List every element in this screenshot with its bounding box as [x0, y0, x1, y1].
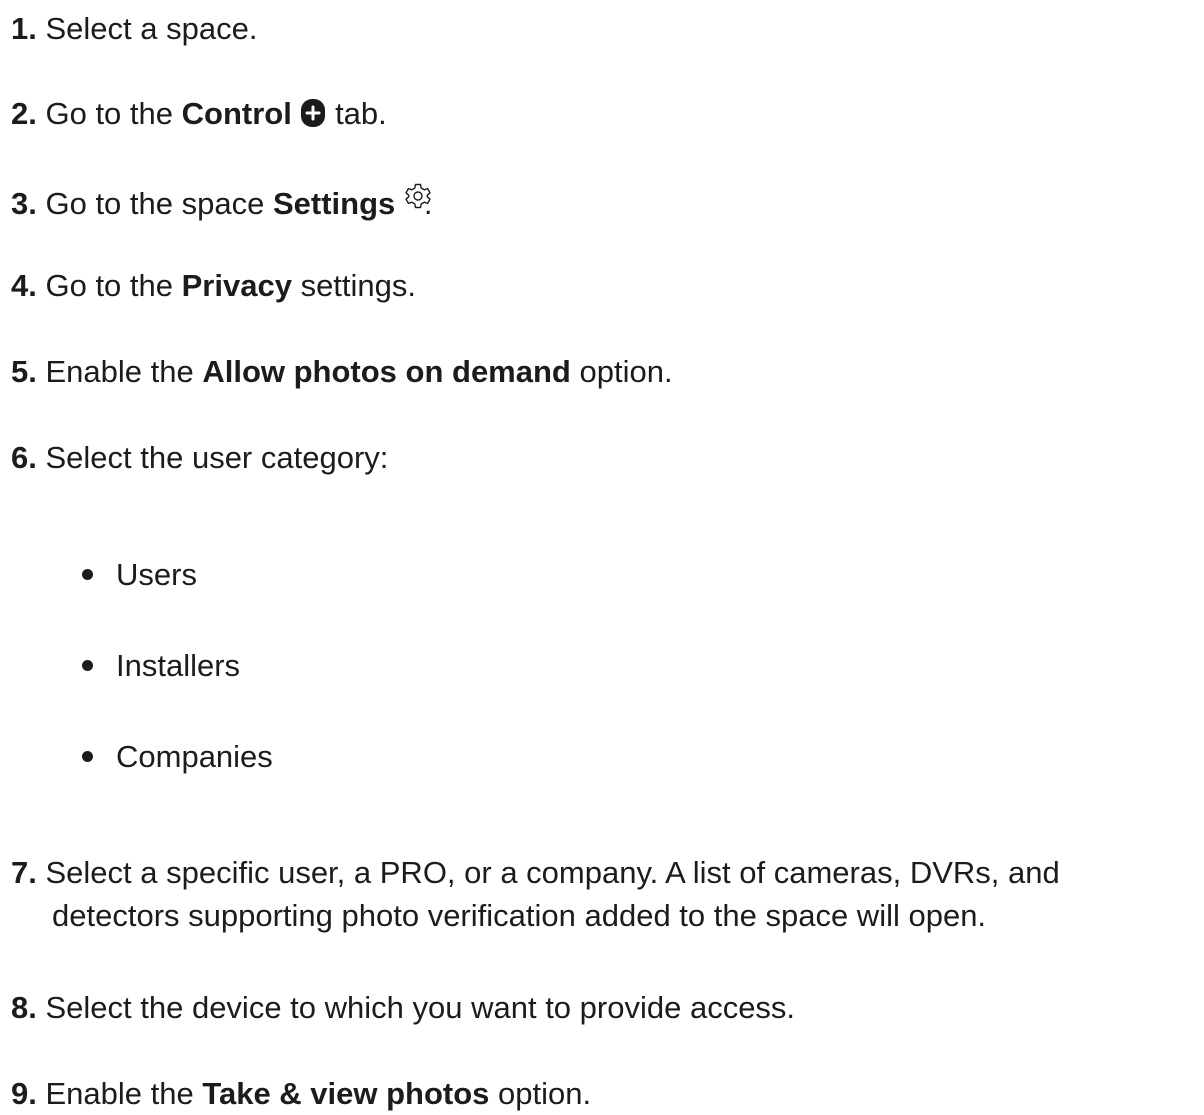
allow-photos-label: Allow photos on demand — [202, 354, 571, 389]
list-item: Installers — [82, 644, 240, 687]
step-text: Enable the — [36, 354, 203, 389]
step-text: Select the device to which you want to p… — [36, 990, 796, 1025]
step-text: option. — [570, 354, 673, 389]
step-9: 9. Enable the Take & view photos option. — [11, 1072, 1204, 1115]
step-text-continued: detectors supporting photo verification … — [52, 898, 987, 933]
control-label: Control — [181, 96, 292, 131]
list-item: Companies — [82, 735, 273, 778]
step-2: 2. Go to the Control tab. — [11, 92, 1204, 139]
step-7: 7. Select a specific user, a PRO, or a c… — [11, 851, 1201, 937]
bullet-icon — [82, 660, 93, 671]
step-8: 8. Select the device to which you want t… — [11, 986, 1204, 1029]
step-4: 4. Go to the Privacy settings. — [11, 264, 1204, 307]
step-text: option. — [489, 1076, 592, 1111]
step-number: 6. — [11, 440, 37, 475]
step-5: 5. Enable the Allow photos on demand opt… — [11, 350, 1204, 393]
step-text: Go to the space — [36, 186, 273, 221]
step-text: Go to the — [36, 96, 182, 131]
step-3: 3. Go to the space Settings . — [11, 178, 1204, 225]
take-view-photos-label: Take & view photos — [202, 1076, 490, 1111]
step-6: 6. Select the user category: — [11, 436, 1204, 479]
step-1: 1. Select a space. — [11, 7, 1204, 50]
step-text: Select the user category: — [36, 440, 389, 475]
step-number: 8. — [11, 990, 37, 1025]
step-text: Enable the — [36, 1076, 203, 1111]
step-number: 1. — [11, 11, 37, 46]
plus-tab-icon — [300, 96, 326, 139]
step-number: 3. — [11, 186, 37, 221]
step-text: Select a space. — [36, 11, 258, 46]
list-item: Users — [82, 553, 197, 596]
step-number: 7. — [11, 855, 37, 890]
step-text: Select a specific user, a PRO, or a comp… — [36, 855, 1060, 890]
step-text: tab. — [326, 96, 387, 131]
step-number: 2. — [11, 96, 37, 131]
step-text: Go to the — [36, 268, 182, 303]
step-number: 9. — [11, 1076, 37, 1111]
bullet-icon — [82, 751, 93, 762]
step-text: settings. — [291, 268, 417, 303]
privacy-label: Privacy — [181, 268, 292, 303]
bullet-icon — [82, 569, 93, 580]
step-number: 5. — [11, 354, 37, 389]
step-number: 4. — [11, 268, 37, 303]
step-text: . — [423, 186, 433, 221]
settings-label: Settings — [272, 186, 396, 221]
